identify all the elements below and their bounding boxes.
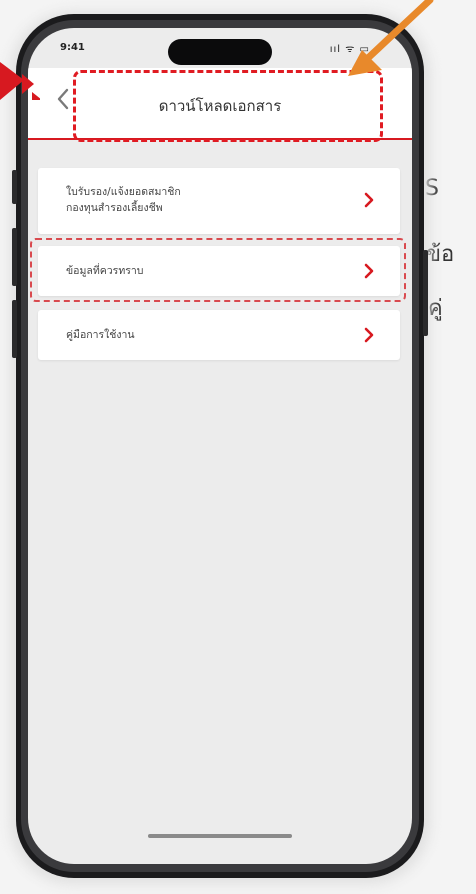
mute-switch (12, 170, 17, 204)
stage: S ข้อ คู่ 9:41 ııl ᯤ ▭ ดาวน์โหลดเอกสาร ใ… (0, 0, 476, 894)
menu-item-user-manual[interactable]: คู่มือการใช้งาน (38, 310, 400, 360)
menu-item-certificate[interactable]: ใบรับรอง/แจ้งยอดสมาชิก กองทุนสำรองเลี้ยง… (38, 168, 400, 234)
power-button (423, 250, 428, 336)
highlight-box-menu-item (30, 238, 406, 302)
home-indicator (148, 834, 292, 838)
phone-screen: 9:41 ııl ᯤ ▭ ดาวน์โหลดเอกสาร ใบรับรอง/แจ… (28, 28, 412, 864)
volume-up-button (12, 228, 17, 286)
menu-item-label-line2: กองทุนสำรองเลี้ยงชีพ (66, 202, 163, 214)
volume-down-button (12, 300, 17, 358)
status-time: 9:41 (60, 42, 85, 53)
side-text-line-3: คู่ (428, 296, 443, 321)
menu-item-label-line1: ใบรับรอง/แจ้งยอดสมาชิก (66, 186, 181, 198)
pointer-arrow-icon (348, 0, 434, 76)
chevron-right-icon (364, 192, 374, 211)
brand-logo-mark (0, 62, 40, 100)
dynamic-island (168, 39, 272, 65)
menu-item-label: คู่มือการใช้งาน (66, 329, 135, 341)
chevron-right-icon (364, 327, 374, 346)
side-text-line-2: ข้อ (426, 242, 455, 267)
